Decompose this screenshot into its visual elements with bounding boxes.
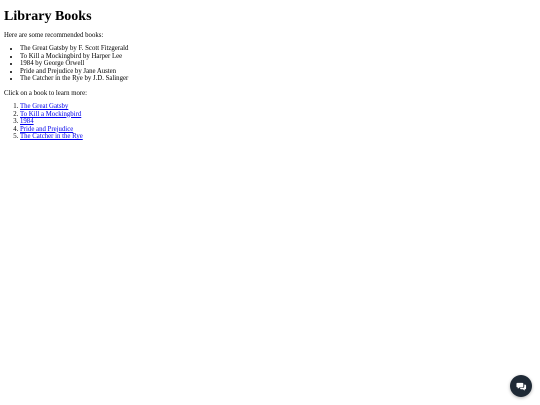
- intro-text: Here are some recommended books:: [4, 32, 104, 39]
- chat-bubbles-icon: [515, 381, 527, 392]
- page-content: Library Books Here are some recommended …: [4, 0, 524, 141]
- prompt-text: Click on a book to learn more:: [4, 89, 88, 97]
- chat-widget-button[interactable]: [510, 375, 532, 397]
- list-item: Pride and Prejudice: [20, 126, 524, 134]
- list-item: To Kill a Mockingbird: [20, 111, 524, 119]
- book-links-list: The Great Gatsby To Kill a Mockingbird 1…: [4, 103, 524, 141]
- recommended-books-list: The Great Gatsby by F. Scott Fitzgerald …: [4, 45, 524, 83]
- list-item: The Great Gatsby: [20, 103, 524, 111]
- page-title: Library Books: [4, 9, 92, 24]
- book-link-catcher-in-the-rye[interactable]: The Catcher in the Rye: [20, 133, 83, 140]
- book-link-1984[interactable]: 1984: [20, 118, 34, 125]
- list-item: 1984 by George Orwell: [20, 60, 524, 68]
- list-item: The Catcher in the Rye: [20, 133, 524, 141]
- list-item: The Catcher in the Rye by J.D. Salinger: [20, 75, 524, 83]
- book-link-great-gatsby[interactable]: The Great Gatsby: [20, 103, 68, 110]
- list-item: 1984: [20, 118, 524, 126]
- list-item: Pride and Prejudice by Jane Austen: [20, 68, 524, 76]
- book-link-pride-and-prejudice[interactable]: Pride and Prejudice: [20, 126, 73, 133]
- list-item: To Kill a Mockingbird by Harper Lee: [20, 53, 524, 61]
- book-link-to-kill-a-mockingbird[interactable]: To Kill a Mockingbird: [20, 111, 81, 118]
- list-item: The Great Gatsby by F. Scott Fitzgerald: [20, 45, 524, 53]
